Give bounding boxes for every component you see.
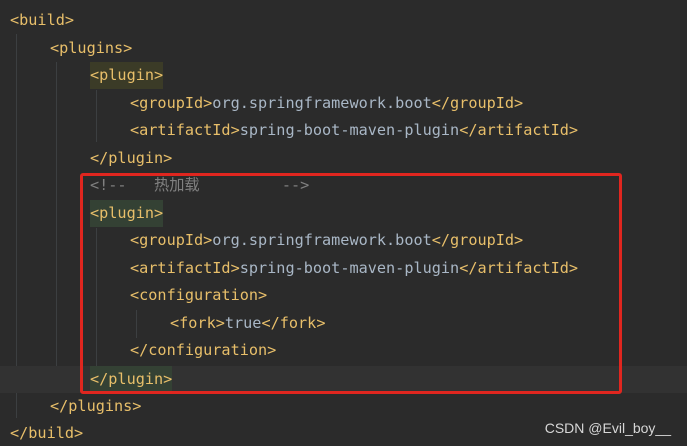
- annotation-box: [80, 173, 622, 394]
- code-line[interactable]: <plugins>: [0, 35, 687, 62]
- xml-tag: </build>: [10, 424, 84, 442]
- code-line[interactable]: <plugin>: [0, 62, 687, 89]
- watermark: CSDN @Evil_boy__: [544, 420, 671, 436]
- xml-text: spring-boot-maven-plugin: [239, 121, 460, 139]
- xml-tag: </plugin>: [90, 149, 173, 167]
- code-editor[interactable]: <build> <plugins> <plugin> <groupId>org.…: [0, 0, 687, 446]
- code-line[interactable]: <build>: [0, 7, 687, 34]
- xml-tag: <build>: [10, 11, 75, 29]
- xml-close-tag: </groupId>: [431, 94, 524, 112]
- xml-open-tag: <artifactId>: [130, 121, 240, 139]
- xml-tag: <plugin>: [90, 62, 164, 89]
- code-line[interactable]: <artifactId>spring-boot-maven-plugin</ar…: [0, 117, 687, 144]
- xml-open-tag: <groupId>: [130, 94, 213, 112]
- xml-element: <groupId>org.springframework.boot</group…: [130, 90, 523, 117]
- xml-text: org.springframework.boot: [212, 94, 432, 112]
- code-line[interactable]: </plugin>: [0, 145, 687, 172]
- xml-tag: </plugins>: [50, 397, 142, 415]
- code-line[interactable]: </plugins>: [0, 393, 687, 420]
- xml-element: <artifactId>spring-boot-maven-plugin</ar…: [130, 117, 578, 144]
- code-line[interactable]: <groupId>org.springframework.boot</group…: [0, 90, 687, 117]
- xml-tag: <plugins>: [50, 39, 133, 57]
- xml-close-tag: </artifactId>: [459, 121, 579, 139]
